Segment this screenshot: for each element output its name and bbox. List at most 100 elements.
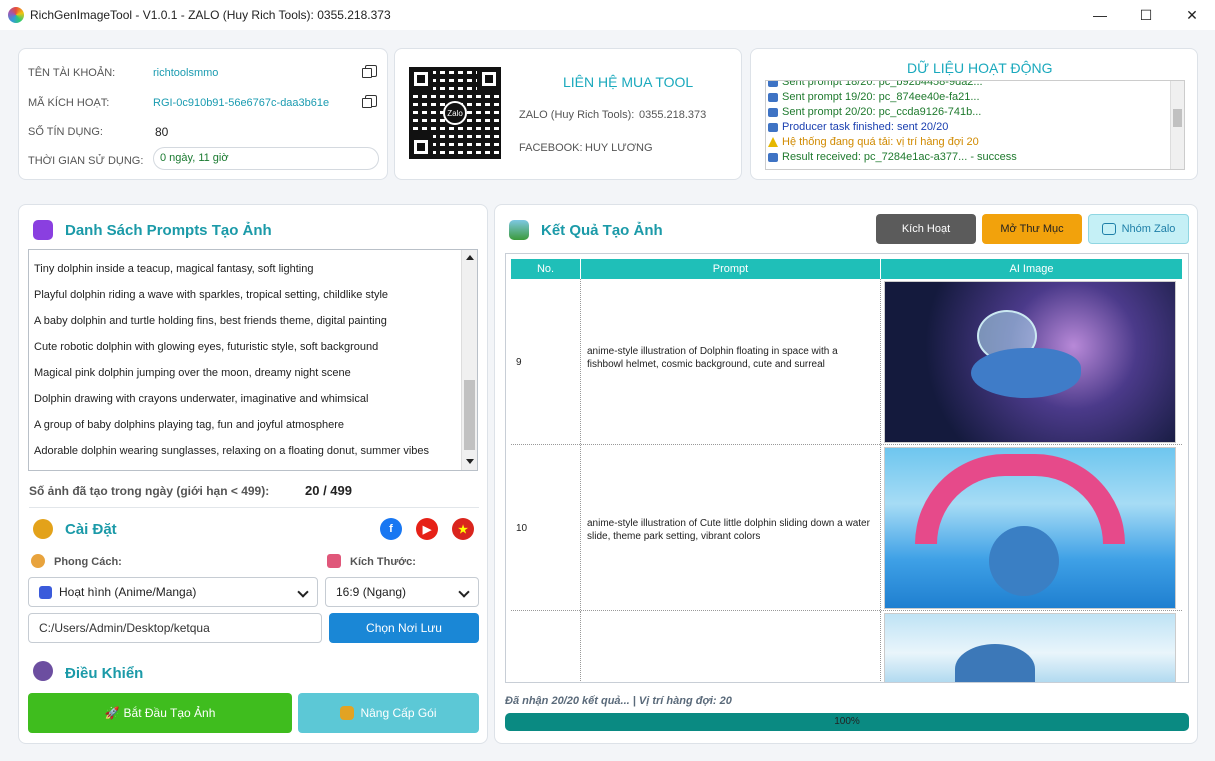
- upgrade-plan-button[interactable]: Nâng Cấp Gói: [298, 693, 479, 733]
- facebook-icon[interactable]: f: [380, 518, 402, 540]
- chevron-down-icon: [297, 586, 309, 598]
- cell-no: 9: [511, 279, 581, 444]
- username-value: richtoolsmmo: [153, 67, 219, 79]
- log-line-text: Sent prompt 20/20: pc_ccda9126-741b...: [782, 106, 982, 118]
- qr-finder: [409, 135, 433, 159]
- choose-folder-button[interactable]: Chọn Nơi Lưu: [329, 613, 479, 643]
- log-line: Sent prompt 19/20: pc_874ee40e-fa21...: [766, 90, 1184, 105]
- copy-icon[interactable]: [362, 95, 377, 108]
- row-number: 10: [516, 523, 528, 534]
- table-row[interactable]: 10 anime-style illustration of Cute litt…: [511, 445, 1182, 611]
- download-icon: [768, 153, 778, 162]
- activity-card: DỮ LIỆU HOẠT ĐỘNG Sent prompt 18/20: pc_…: [750, 48, 1198, 180]
- scroll-up-icon[interactable]: [466, 255, 474, 260]
- qr-finder: [477, 67, 501, 91]
- info-icon: [768, 123, 778, 132]
- prompt-item[interactable]: Playful dolphin riding a wave with spark…: [29, 282, 477, 308]
- activation-key-label: MÃ KÍCH HOẠT:: [28, 97, 110, 109]
- activity-log[interactable]: Sent prompt 18/20: pc_b92b4458-9da2... Se…: [765, 80, 1185, 170]
- daily-count-value: 20 / 499: [305, 483, 352, 498]
- dolphin-figure: [971, 348, 1081, 398]
- upload-icon: [768, 81, 778, 87]
- zalo-value: 0355.218.373: [639, 109, 707, 121]
- log-line-text: Producer task finished: sent 20/20: [782, 121, 949, 133]
- open-folder-button[interactable]: Mở Thư Mục: [982, 214, 1082, 244]
- youtube-icon[interactable]: ▶: [416, 518, 438, 540]
- log-line: Hệ thống đang quá tải: vị trí hàng đợi 2…: [766, 135, 1184, 150]
- close-button[interactable]: ✕: [1169, 0, 1215, 30]
- row-number: 9: [516, 357, 522, 368]
- column-header-prompt: Prompt: [581, 259, 881, 279]
- progress-bar: 100%: [505, 713, 1189, 731]
- cell-no: [511, 611, 581, 682]
- credits-value: 80: [155, 125, 169, 139]
- results-table[interactable]: No. Prompt AI Image 9 anime-style illust…: [505, 253, 1189, 683]
- qr-finder: [409, 67, 433, 91]
- save-path-input[interactable]: C:/Users/Admin/Desktop/ketqua: [28, 613, 322, 643]
- minimize-button[interactable]: —: [1077, 0, 1123, 30]
- prompt-item[interactable]: A group of baby dolphins playing tag, fu…: [29, 412, 477, 438]
- table-row[interactable]: [511, 611, 1182, 682]
- upload-icon: [768, 108, 778, 117]
- cell-prompt: anime-style illustration of Dolphin floa…: [581, 279, 881, 444]
- zalo-group-button[interactable]: Nhóm Zalo: [1088, 214, 1189, 244]
- qr-code: Zalo: [409, 67, 501, 159]
- activate-button[interactable]: Kích Hoạt: [876, 214, 976, 244]
- copy-icon[interactable]: [362, 65, 377, 78]
- generated-image[interactable]: [884, 613, 1176, 682]
- prompt-item[interactable]: Adorable dolphin wearing sunglasses, rel…: [29, 438, 477, 464]
- gear-icon: [33, 519, 53, 539]
- ruler-icon: [327, 554, 341, 568]
- sparkle-icon: [33, 220, 53, 240]
- settings-title: Cài Đặt: [65, 521, 117, 538]
- prompt-item[interactable]: Dolphin drawing with crayons underwater,…: [29, 386, 477, 412]
- prompt-item[interactable]: Cute robotic dolphin with glowing eyes, …: [29, 334, 477, 360]
- vietnam-flag-icon[interactable]: ★: [452, 518, 474, 540]
- control-title: Điều Khiển: [65, 665, 144, 682]
- style-select[interactable]: Hoạt hình (Anime/Manga): [28, 577, 318, 607]
- generated-image[interactable]: [884, 281, 1176, 443]
- generated-image[interactable]: [884, 447, 1176, 609]
- log-line: Producer task finished: sent 20/20: [766, 120, 1184, 135]
- table-row[interactable]: 9 anime-style illustration of Dolphin fl…: [511, 279, 1182, 445]
- start-generate-label: Bắt Đầu Tạo Ảnh: [123, 706, 216, 720]
- upgrade-plan-label: Nâng Cấp Gói: [360, 706, 437, 720]
- log-line-text: Hệ thống đang quá tải: vị trí hàng đợi 2…: [782, 136, 979, 148]
- log-scroll-thumb[interactable]: [1173, 109, 1182, 127]
- username-label: TÊN TÀI KHOẢN:: [28, 67, 116, 79]
- prompt-item[interactable]: A baby dolphin and turtle holding fins, …: [29, 308, 477, 334]
- style-select-value: Hoạt hình (Anime/Manga): [59, 585, 197, 599]
- prompt-scroll-thumb[interactable]: [464, 380, 475, 450]
- prompt-list-scrollbar[interactable]: [461, 250, 477, 470]
- results-panel: Kết Quả Tạo Ảnh Kích Hoạt Mở Thư Mục Nhó…: [494, 204, 1198, 744]
- chevron-down-icon: [458, 586, 470, 598]
- prompt-list[interactable]: Tiny dolphin inside a teacup, magical fa…: [28, 249, 478, 471]
- log-line: Result received: pc_7284e1ac-a377... - s…: [766, 150, 1184, 165]
- prompt-item[interactable]: Tiny dolphin inside a teacup, magical fa…: [29, 256, 477, 282]
- contact-title: LIÊN HỆ MUA TOOL: [563, 74, 694, 90]
- window-title: RichGenImageTool - V1.0.1 - ZALO (Huy Ri…: [30, 8, 391, 22]
- size-select-value: 16:9 (Ngang): [336, 585, 407, 599]
- row-prompt: anime-style illustration of Dolphin floa…: [587, 346, 838, 370]
- column-header-image: AI Image: [1009, 263, 1054, 275]
- divider: [29, 507, 479, 508]
- activation-key-value: RGI-0c910b91-56e6767c-daa3b61e: [153, 97, 330, 109]
- start-generate-button[interactable]: 🚀 Bắt Đầu Tạo Ảnh: [28, 693, 292, 733]
- log-line-text: Result received: pc_7284e1ac-a377... - s…: [782, 151, 1017, 163]
- table-header: No. Prompt AI Image: [511, 259, 1182, 279]
- size-select[interactable]: 16:9 (Ngang): [325, 577, 479, 607]
- log-scrollbar[interactable]: [1170, 81, 1184, 169]
- money-bag-icon: [340, 706, 355, 720]
- daily-count-label: Số ảnh đã tạo trong ngày (giới hạn < 499…: [29, 484, 270, 498]
- app-icon: [8, 7, 24, 23]
- scroll-down-icon[interactable]: [466, 459, 474, 464]
- zalo-icon: [1101, 223, 1116, 235]
- prompts-title: Danh Sách Prompts Tạo Ảnh: [65, 222, 272, 239]
- activity-title: DỮ LIỆU HOẠT ĐỘNG: [907, 60, 1053, 76]
- facebook-value: HUY LƯƠNG: [585, 142, 653, 154]
- prompt-item[interactable]: Magical pink dolphin jumping over the mo…: [29, 360, 477, 386]
- dolphin-figure: [989, 526, 1059, 596]
- log-line-text: Sent prompt 18/20: pc_b92b4458-9da2...: [782, 80, 983, 88]
- usage-time-label: THỜI GIAN SỬ DỤNG:: [28, 155, 144, 167]
- maximize-button[interactable]: ☐: [1123, 0, 1169, 30]
